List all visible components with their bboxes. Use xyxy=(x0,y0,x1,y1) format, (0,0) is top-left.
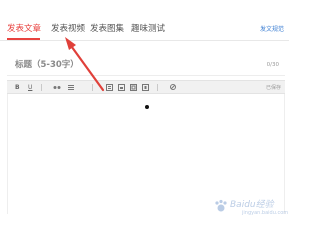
mouse-cursor xyxy=(145,105,149,109)
toolbar-divider xyxy=(157,84,158,91)
watermark: Baidu经验 jingyan.baidu.com xyxy=(212,196,288,218)
toolbar-divider xyxy=(41,84,42,91)
publish-tabs: 发表文章 发表视频 发表图集 趣味测试 发文规范 xyxy=(0,17,289,41)
active-tab-indicator xyxy=(7,38,40,40)
audio-icon[interactable] xyxy=(142,84,149,91)
tab-gallery[interactable]: 发表图集 xyxy=(90,24,124,34)
link-icon[interactable] xyxy=(53,84,61,91)
save-status: 已保存 xyxy=(265,85,281,91)
tab-video[interactable]: 发表视频 xyxy=(51,24,85,34)
tab-quiz[interactable]: 趣味测试 xyxy=(131,24,165,34)
publish-guidelines-link[interactable]: 发文规范 xyxy=(260,26,284,34)
paw-logo-icon xyxy=(215,199,227,212)
image-icon[interactable] xyxy=(118,84,125,91)
title-field[interactable]: 标题（5-30字） 0/30 xyxy=(7,54,285,76)
watermark-text: Baidu经验 xyxy=(230,200,274,210)
publish-page: 发表文章 发表视频 发表图集 趣味测试 发文规范 标题（5-30字） 0/30 … xyxy=(0,0,289,225)
underline-icon[interactable]: U xyxy=(28,84,32,91)
watermark-url: jingyan.baidu.com xyxy=(242,210,289,216)
quote-icon[interactable] xyxy=(67,84,75,91)
bold-icon[interactable]: B xyxy=(15,84,20,91)
editor-toolbar: B U 已保存 xyxy=(7,80,285,94)
video-icon[interactable] xyxy=(130,84,137,91)
tab-article[interactable]: 发表文章 xyxy=(7,24,41,34)
title-placeholder: 标题（5-30字） xyxy=(15,60,79,70)
list-icon[interactable] xyxy=(106,84,113,91)
clear-format-icon[interactable] xyxy=(169,83,177,91)
toolbar-divider xyxy=(92,84,93,91)
title-char-count: 0/30 xyxy=(266,62,279,68)
